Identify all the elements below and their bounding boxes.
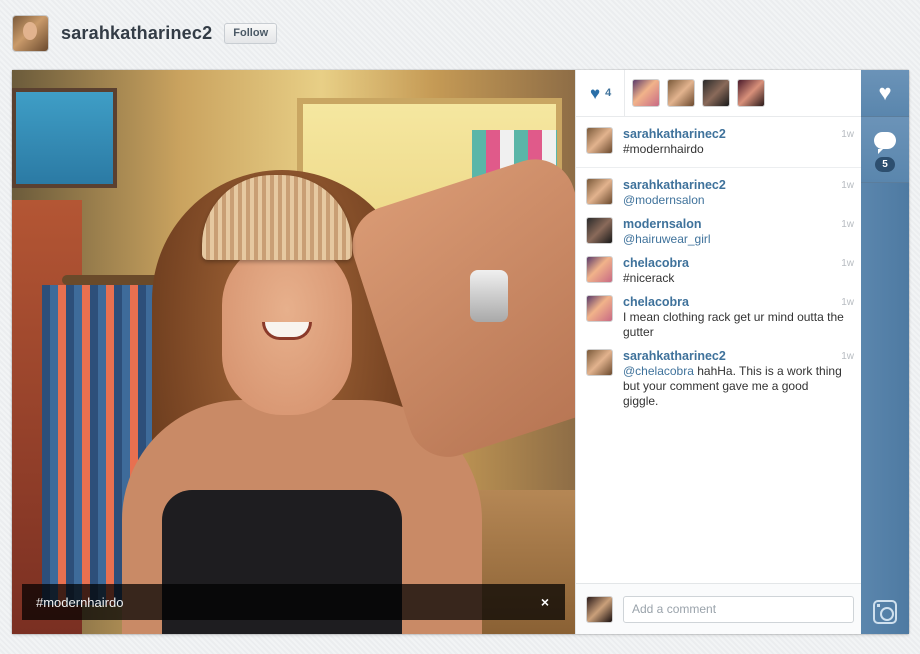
comment-mention[interactable]: @chelacobra: [623, 364, 694, 378]
comment-time: 1w: [841, 351, 854, 362]
heart-icon: ♥: [590, 83, 601, 103]
comment-text: @chelacobra hahHa. This is a work thing …: [623, 364, 845, 409]
comment-avatar[interactable]: [586, 256, 613, 283]
comment-avatar[interactable]: [586, 295, 613, 322]
follow-button[interactable]: Follow: [224, 22, 278, 44]
like-count: 4: [605, 87, 612, 99]
comment-time: 1w: [841, 180, 854, 191]
comment-text: @hairuwear_girl: [623, 232, 845, 247]
add-comment-bar: [576, 583, 862, 634]
comment-avatar[interactable]: [586, 127, 613, 154]
comment-text: #nicerack: [623, 271, 845, 286]
comment-text: I mean clothing rack get ur mind outta t…: [623, 310, 845, 340]
post-card: #modernhairdo × ♥ 4 sarahkatharinec2 #mo…: [12, 69, 909, 634]
comment-username[interactable]: chelacobra: [623, 256, 845, 270]
add-comment-input[interactable]: [623, 595, 854, 623]
comment-avatar[interactable]: [586, 217, 613, 244]
photo-caption-bar: #modernhairdo ×: [22, 584, 565, 620]
comment-item: sarahkatharinec2 @chelacobra hahHa. This…: [576, 340, 862, 409]
comment-body: #modernhairdo: [623, 142, 704, 156]
liker-avatar[interactable]: [702, 79, 731, 107]
comment-item: chelacobra I mean clothing rack get ur m…: [576, 286, 862, 340]
comment-body: #nicerack: [623, 271, 675, 285]
comment-bubble-icon: [874, 131, 896, 154]
comment-time: 1w: [841, 219, 854, 230]
post-photo[interactable]: #modernhairdo ×: [12, 70, 575, 634]
comment-username[interactable]: sarahkatharinec2: [623, 127, 845, 141]
comment-time: 1w: [841, 297, 854, 308]
comment-mention[interactable]: @hairuwear_girl: [623, 232, 711, 246]
comment-username[interactable]: modernsalon: [623, 217, 845, 231]
comment-count-badge: 5: [875, 156, 895, 172]
comment-username[interactable]: chelacobra: [623, 295, 845, 309]
comment-item: modernsalon @hairuwear_girl 1w: [576, 208, 862, 247]
comment-text: @modernsalon: [623, 193, 845, 208]
liker-avatar[interactable]: [667, 79, 696, 107]
comment-mention[interactable]: @modernsalon: [623, 193, 705, 207]
profile-avatar[interactable]: [12, 14, 49, 52]
comment-body: I mean clothing rack get ur mind outta t…: [623, 310, 844, 339]
comment-username[interactable]: sarahkatharinec2: [623, 178, 845, 192]
comments-panel: ♥ 4 sarahkatharinec2 #modernhairdo 1w sa…: [575, 69, 862, 634]
liker-avatar[interactable]: [632, 79, 661, 107]
photo-caption: #modernhairdo: [36, 594, 124, 610]
comment-username[interactable]: sarahkatharinec2: [623, 349, 845, 363]
comment-item: sarahkatharinec2 @modernsalon 1w: [576, 168, 862, 208]
comment-avatar[interactable]: [586, 178, 613, 205]
liker-avatar[interactable]: [737, 79, 766, 107]
profile-header: sarahkatharinec2 Follow: [12, 14, 278, 52]
like-summary[interactable]: ♥ 4: [590, 69, 626, 117]
current-user-avatar: [586, 595, 613, 623]
likes-bar: ♥ 4: [576, 69, 861, 117]
comment-list: sarahkatharinec2 #modernhairdo 1w sarahk…: [576, 118, 862, 409]
action-rail: ♥ 5: [861, 70, 909, 634]
comment-time: 1w: [841, 258, 854, 269]
profile-username[interactable]: sarahkatharinec2: [61, 23, 212, 44]
comment-item: sarahkatharinec2 #modernhairdo 1w: [576, 118, 862, 168]
comment-item: chelacobra #nicerack 1w: [576, 247, 862, 286]
likers-list: [632, 79, 772, 107]
like-button[interactable]: ♥: [861, 70, 909, 117]
instagram-camera-icon[interactable]: [873, 600, 897, 624]
comment-avatar[interactable]: [586, 349, 613, 376]
comment-time: 1w: [841, 129, 854, 140]
close-icon[interactable]: ×: [537, 594, 553, 610]
comment-text: #modernhairdo: [623, 142, 845, 157]
comment-button[interactable]: 5: [861, 117, 909, 183]
heart-icon: ♥: [878, 80, 892, 105]
